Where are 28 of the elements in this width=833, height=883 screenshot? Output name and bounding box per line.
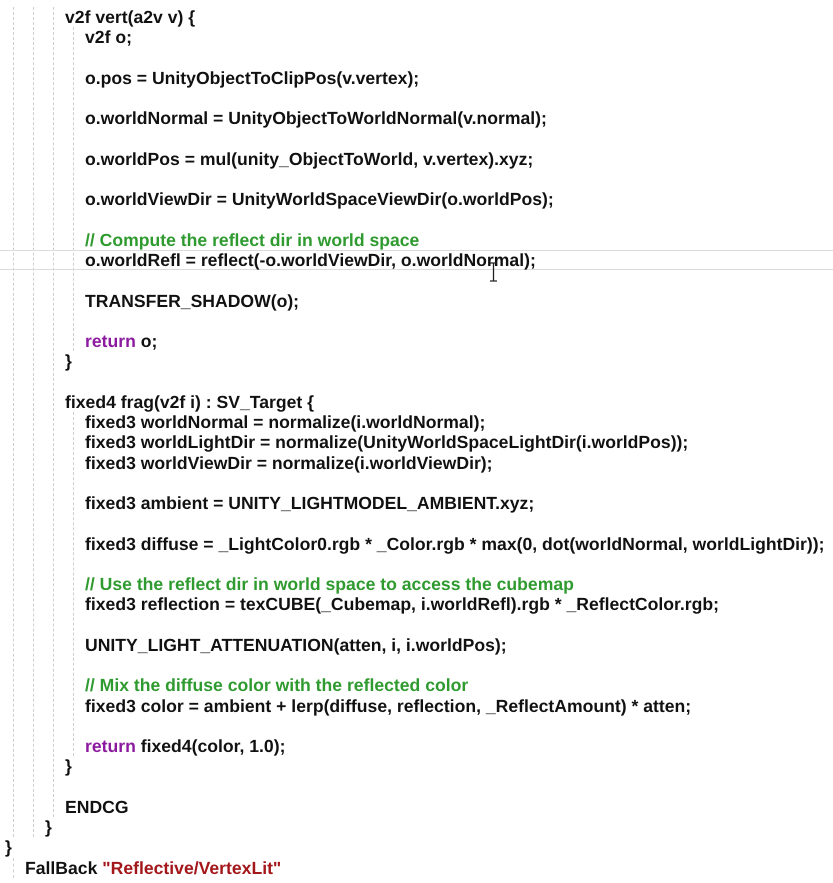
- code-line: return fixed4(color, 1.0);: [85, 736, 286, 756]
- code-line: // Mix the diffuse color with the reflected color: [85, 675, 468, 696]
- code-line: }: [5, 837, 12, 858]
- code-line: o.worldRefl = reflect(-o.worldViewDir, o.worldNormal);: [85, 250, 536, 270]
- code-line: UNITY_LIGHT_ATTENUATION(atten, i, i.worldPos);: [85, 634, 507, 655]
- code-line: return o;: [85, 331, 158, 352]
- code-line: ENDCG: [65, 796, 129, 817]
- code-line: fixed3 worldViewDir = normalize(i.worldViewDir);: [85, 452, 493, 473]
- code-line: }: [65, 351, 72, 372]
- code-line: }: [65, 756, 72, 776]
- code-line: v2f vert(a2v v) {: [65, 7, 196, 28]
- code-line: fixed3 reflection = texCUBE(_Cubemap, i.worldRefl).rgb * _ReflectColor.rgb;: [85, 594, 719, 614]
- code-line: o.pos = UnityObjectToClipPos(v.vertex);: [85, 68, 420, 88]
- code-line: fixed3 worldNormal = normalize(i.worldNormal);: [85, 412, 486, 432]
- code-line: }: [45, 817, 52, 838]
- code-line: // Compute the reflect dir in world space: [85, 230, 420, 250]
- code-line: fixed3 ambient = UNITY_LIGHTMODEL_AMBIENT.xyz;: [85, 493, 534, 514]
- code-line: o.worldViewDir = UnityWorldSpaceViewDir(o.worldPos);: [85, 189, 554, 210]
- code-line: o.worldPos = mul(unity_ObjectToWorld, v.vertex).xyz;: [85, 148, 534, 169]
- code-line: // Use the reflect dir in world space to access the cubemap: [85, 574, 574, 594]
- code-line: FallBack "Reflective/VertexLit": [25, 858, 282, 878]
- code-line: TRANSFER_SHADOW(o);: [85, 290, 300, 311]
- code-line: fixed3 worldLightDir = normalize(UnityWorldSpaceLightDir(i.worldPos));: [85, 432, 688, 452]
- code-line: o.worldNormal = UnityObjectToWorldNormal(v.normal);: [85, 108, 547, 128]
- code-line: fixed4 frag(v2f i) : SV_Target {: [65, 392, 314, 412]
- code-line: fixed3 color = ambient + lerp(diffuse, reflection, _ReflectAmount) * atten;: [85, 696, 692, 716]
- code-line: v2f o;: [85, 27, 132, 48]
- code-line: fixed3 diffuse = _LightColor0.rgb * _Color.rgb * max(0, dot(worldNormal, worldLightDir));: [85, 534, 824, 554]
